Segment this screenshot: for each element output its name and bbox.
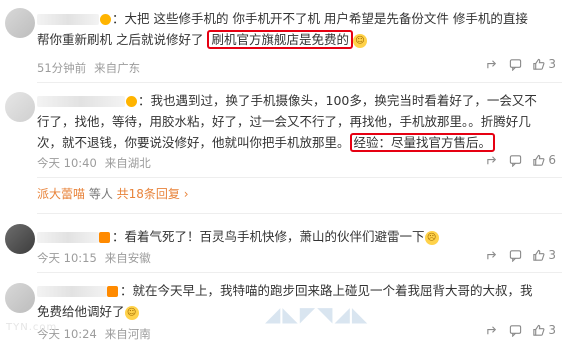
share-button[interactable]	[486, 249, 499, 262]
smile-emoji-icon: ☺	[352, 33, 367, 48]
comment-button[interactable]	[509, 154, 522, 167]
divider	[37, 82, 562, 83]
like-count: 3	[548, 323, 556, 337]
highlight-box: 刷机官方旗舰店是免费的	[207, 30, 353, 49]
grin-emoji-icon: ☺	[124, 305, 139, 320]
username-blurred[interactable]	[37, 286, 107, 297]
timestamp: 今天 10:15	[37, 251, 97, 265]
username-blurred[interactable]	[37, 96, 125, 107]
like-count: 3	[548, 248, 556, 262]
like-icon	[533, 249, 545, 261]
divider	[37, 177, 562, 178]
username-blurred[interactable]	[37, 232, 99, 243]
vip-badge-icon	[126, 96, 137, 107]
comment-meta: 今天 10:40 来自湖北	[37, 155, 159, 171]
source: 来自安徽	[104, 251, 151, 265]
like-icon	[533, 58, 545, 70]
share-button[interactable]	[486, 58, 499, 71]
avatar[interactable]	[5, 92, 35, 122]
comment-body: ：看着气死了！百灵鸟手机快修，萧山的伙伴们避雷一下	[112, 229, 425, 244]
comment-text: ：看着气死了！百灵鸟手机快修，萧山的伙伴们避雷一下 ☹	[37, 226, 538, 247]
avatar[interactable]	[5, 8, 35, 38]
share-icon	[487, 155, 497, 164]
comment-icon	[510, 249, 522, 262]
comment-icon	[510, 154, 522, 167]
comment-actions: 3	[486, 248, 556, 262]
username-blurred[interactable]	[37, 14, 99, 25]
avatar[interactable]	[5, 283, 35, 313]
chevron-right-icon: ›	[179, 187, 189, 201]
like-button[interactable]: 3	[532, 323, 556, 337]
share-button[interactable]	[486, 154, 499, 167]
level-badge-icon	[99, 232, 110, 243]
source: 来自湖北	[104, 156, 151, 170]
comment-actions: 3	[486, 57, 556, 71]
comment-text: ：我也遇到过，换了手机摄像头，100多，换完当时看着好了，一会又不行了，找他，等…	[37, 90, 538, 153]
watermark-text: TYN.com	[6, 322, 58, 333]
comment-button[interactable]	[509, 58, 522, 71]
like-button[interactable]: 3	[532, 248, 556, 262]
divider	[37, 272, 562, 273]
like-button[interactable]: 3	[532, 57, 556, 71]
source: 来自广东	[94, 61, 141, 75]
comment-icon	[510, 324, 522, 337]
like-icon	[533, 324, 545, 336]
comment-button[interactable]	[509, 324, 522, 337]
like-count: 6	[548, 153, 556, 167]
watermark: ◢◣◤◥◢◣	[265, 302, 370, 326]
comment-text: ：大把 这些修手机的 你手机开不了机 用户希望是先备份文件 修手机的直接帮你重新…	[37, 8, 538, 50]
reply-user[interactable]: 派大蕾喵	[37, 187, 85, 201]
comment-actions: 3	[486, 323, 556, 337]
vip-badge-icon	[100, 14, 111, 25]
comment-icon	[510, 58, 522, 71]
share-button[interactable]	[486, 324, 499, 337]
comment-meta: 今天 10:15 来自安徽	[37, 250, 159, 266]
share-icon	[487, 59, 497, 68]
divider	[37, 213, 562, 214]
cry-emoji-icon: ☹	[424, 230, 439, 245]
highlight-box: 经验：尽量找官方售后。	[349, 133, 496, 152]
comment-meta: 51分钟前 来自广东	[37, 60, 148, 76]
source: 来自河南	[104, 327, 151, 341]
like-icon	[533, 154, 545, 166]
level-badge-icon	[107, 286, 118, 297]
comment-button[interactable]	[509, 249, 522, 262]
like-count: 3	[548, 57, 556, 71]
comment-actions: 6	[486, 153, 556, 167]
share-icon	[487, 325, 497, 334]
avatar[interactable]	[5, 224, 35, 254]
replies-summary[interactable]: 派大蕾喵 等人 共18条回复 ›	[37, 185, 189, 202]
reply-count-link[interactable]: 共18条回复	[117, 187, 180, 201]
share-icon	[487, 250, 497, 259]
timestamp: 51分钟前	[37, 61, 87, 75]
like-button[interactable]: 6	[532, 153, 556, 167]
timestamp: 今天 10:40	[37, 156, 97, 170]
